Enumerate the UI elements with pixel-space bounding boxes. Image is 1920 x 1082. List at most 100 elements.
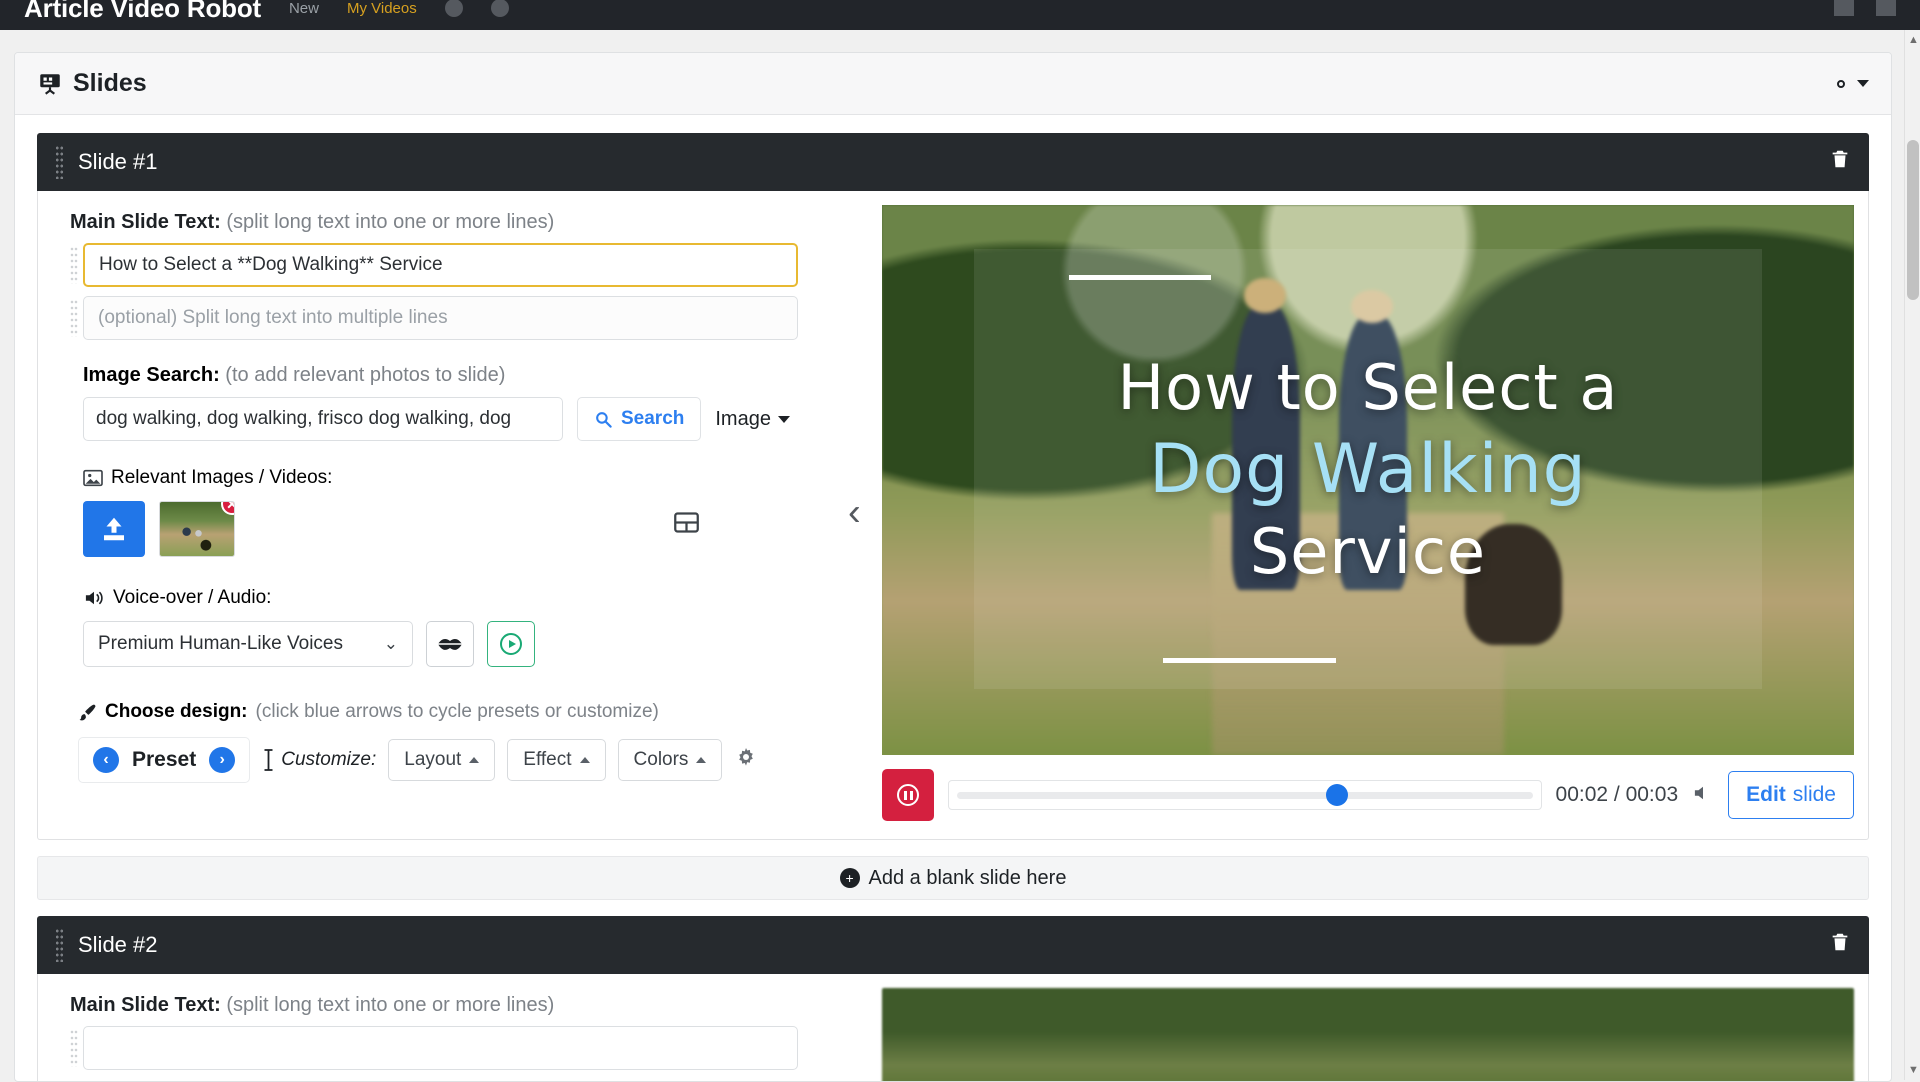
window-icon[interactable]: [1834, 0, 1854, 16]
gear-icon: [739, 747, 754, 766]
page-title-text: Slides: [73, 69, 147, 97]
choose-design-label-text: Choose design:: [105, 701, 248, 722]
overlay-line-1: How to Select a: [1117, 350, 1619, 424]
arrow-left-circle-icon[interactable]: ‹: [93, 747, 119, 773]
delete-slide-2-button[interactable]: [1829, 931, 1851, 959]
lips-icon: [438, 639, 462, 650]
main-slide-text-label-text: Main Slide Text:: [70, 211, 221, 233]
gear-icon: [1837, 79, 1845, 88]
image-search-row: dog walking, dog walking, frisco dog wal…: [83, 397, 864, 441]
page-scrollbar[interactable]: ▲ ▼: [1904, 30, 1920, 1080]
drag-handle-icon[interactable]: [55, 145, 64, 179]
slide-2-main-text-input[interactable]: [83, 1026, 798, 1070]
add-blank-slide-button[interactable]: + Add a blank slide here: [37, 856, 1869, 900]
text-cursor-icon: [264, 749, 273, 771]
top-navbar: Article Video Robot New My Videos: [0, 0, 1920, 30]
layout-grid-icon[interactable]: [673, 509, 700, 543]
main-text-line-2-input[interactable]: (optional) Split long text into multiple…: [83, 296, 798, 340]
play-icon: [500, 633, 522, 655]
media-type-dropdown[interactable]: Image: [715, 408, 790, 431]
volume-button[interactable]: [1692, 782, 1714, 808]
effect-dropdown[interactable]: Effect: [507, 739, 606, 781]
help-circle-icon[interactable]: [444, 0, 463, 17]
chevron-up-icon: [696, 757, 707, 763]
scroll-up-arrow[interactable]: ▲: [1908, 34, 1919, 46]
progress-slider[interactable]: [948, 780, 1542, 810]
presentation-screen-icon: [40, 73, 60, 95]
volume-icon: [1695, 786, 1704, 800]
user-circle-icon[interactable]: [490, 0, 509, 17]
drag-handle-icon[interactable]: [55, 928, 64, 962]
chevron-down-icon: ⌄: [383, 634, 398, 653]
upload-media-button[interactable]: [83, 501, 145, 557]
arrow-right-circle-icon[interactable]: ›: [209, 747, 236, 773]
slide-2-main-text-label-text: Main Slide Text:: [70, 994, 221, 1016]
chevron-up-icon: [579, 757, 590, 763]
progress-handle[interactable]: [1326, 784, 1349, 806]
pause-button[interactable]: [882, 769, 934, 821]
trash-icon: [1832, 150, 1848, 168]
voice-select[interactable]: Premium Human-Like Voices ⌄: [83, 621, 413, 667]
app-brand[interactable]: Article Video Robot: [24, 0, 261, 21]
edit-slide-button-bold: Edit: [1746, 783, 1786, 806]
overlay-bar-top: [1068, 275, 1211, 281]
nav-link-new[interactable]: New: [289, 1, 319, 16]
voiceover-row: Premium Human-Like Voices ⌄: [83, 621, 864, 667]
drag-handle-icon[interactable]: [70, 1029, 78, 1067]
delete-slide-1-button[interactable]: [1829, 148, 1851, 176]
nav-link-my-videos[interactable]: My Videos: [347, 1, 417, 16]
slide-2-header: Slide #2: [37, 916, 1869, 974]
layout-dropdown-label: Layout: [404, 749, 462, 770]
overlay-bar-bottom: [1163, 657, 1337, 663]
effect-dropdown-label: Effect: [523, 749, 572, 770]
scroll-down-arrow[interactable]: ▼: [1908, 1064, 1919, 1076]
menu-icon[interactable]: [1876, 0, 1896, 16]
main-slide-text-label: Main Slide Text: (split long text into o…: [70, 211, 864, 234]
layout-dropdown[interactable]: Layout: [388, 739, 496, 781]
voice-preview-lips-button[interactable]: [426, 621, 474, 667]
slide-1-form: Main Slide Text: (split long text into o…: [52, 205, 872, 821]
main-text-line-1-input[interactable]: How to Select a **Dog Walking** Service: [83, 243, 798, 287]
plus-circle-icon: +: [839, 868, 860, 888]
image-search-input[interactable]: dog walking, dog walking, frisco dog wal…: [83, 397, 563, 441]
slides-card: Slides Slide #1 Main Slide Text: (split …: [14, 52, 1892, 1082]
drag-handle-icon[interactable]: [70, 246, 78, 284]
image-search-button[interactable]: Search: [577, 397, 702, 441]
slide-1: Slide #1 Main Slide Text: (split long te…: [15, 115, 1891, 840]
main-text-line-1-row: How to Select a **Dog Walking** Service: [70, 243, 864, 287]
overlay-line-3: Service: [1249, 514, 1487, 588]
drag-handle-icon[interactable]: [70, 299, 78, 337]
slide-2-preview[interactable]: [882, 988, 1854, 1081]
slide-2: Slide #2 Main Slide Text: (split long te…: [15, 900, 1891, 1081]
chevron-down-icon: [777, 415, 790, 423]
slide-2-label: Slide #2: [78, 932, 158, 957]
slides-card-header: Slides: [15, 53, 1891, 115]
pause-icon: [897, 784, 919, 806]
scroll-thumb[interactable]: [1907, 140, 1919, 300]
voiceover-label: Voice-over / Audio:: [83, 587, 864, 609]
slides-settings-menu[interactable]: [1829, 72, 1869, 96]
slide-1-preview: ‹ › How to Select a Dog Walking: [848, 205, 1854, 821]
relevant-media-label-text: Relevant Images / Videos:: [111, 467, 333, 488]
choose-design-hint: (click blue arrows to cycle presets or c…: [255, 701, 659, 722]
video-player[interactable]: How to Select a Dog Walking Service: [882, 205, 1854, 755]
upload-arrow-icon: [104, 517, 124, 541]
media-thumbnail[interactable]: ✕: [159, 501, 235, 557]
slide-2-main-text-label: Main Slide Text: (split long text into o…: [70, 994, 864, 1017]
colors-dropdown-label: Colors: [633, 749, 689, 770]
layout-grid-icon: [674, 512, 699, 533]
customize-label: Customize:: [262, 749, 376, 771]
slide-1-body: Main Slide Text: (split long text into o…: [37, 191, 1869, 840]
design-settings-button[interactable]: [734, 746, 758, 775]
prev-slide-arrow[interactable]: ‹: [848, 492, 861, 535]
page-title: Slides: [37, 69, 147, 98]
colors-dropdown[interactable]: Colors: [617, 739, 723, 781]
chevron-up-icon: [469, 757, 480, 763]
chevron-down-icon: [1857, 80, 1869, 87]
voice-play-button[interactable]: [487, 621, 535, 667]
edit-slide-button[interactable]: Edit slide: [1728, 771, 1854, 819]
paintbrush-icon: [79, 704, 96, 720]
design-controls-row: ‹ Preset › Customize: Layout Effect Colo…: [78, 737, 864, 783]
trash-icon: [1832, 933, 1848, 951]
add-blank-slide-label: Add a blank slide here: [868, 866, 1067, 889]
